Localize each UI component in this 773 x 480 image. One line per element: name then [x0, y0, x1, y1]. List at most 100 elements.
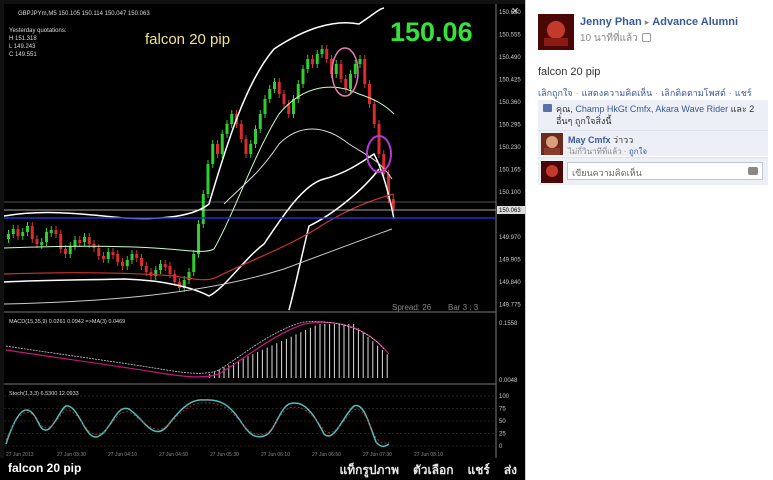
share-button[interactable]: แชร์	[467, 461, 489, 480]
tag-photo-button[interactable]: แท็กรูปภาพ	[339, 461, 399, 480]
candle-body	[349, 74, 352, 89]
trading-chart-image: GBPJPYm,M5 150.105 150.114 150.047 150.0…	[4, 4, 525, 458]
candle-body	[83, 237, 86, 242]
candle-body	[30, 226, 34, 239]
send-button[interactable]: ส่ง	[504, 461, 517, 480]
thumbs-up-icon	[543, 104, 552, 112]
candle-body	[211, 144, 215, 164]
candle-body	[377, 124, 381, 154]
candle-body	[230, 114, 234, 124]
candle-body	[54, 230, 58, 234]
candle-body	[21, 232, 25, 236]
candle-body	[102, 256, 105, 259]
candle-body	[26, 226, 29, 232]
options-button[interactable]: ตัวเลือก	[413, 461, 453, 480]
likes-prefix: คุณ,	[556, 104, 573, 114]
candle-body	[45, 232, 48, 242]
candle-body	[301, 69, 305, 84]
close-icon[interactable]: ×	[508, 4, 522, 18]
post-author-line: Jenny Phan ▸ Advance Alumni	[580, 16, 738, 28]
candle-body	[320, 49, 324, 54]
candle-body	[339, 64, 343, 79]
candle-body	[225, 124, 229, 134]
price-tick: 150.555	[499, 33, 521, 39]
candle-body	[268, 89, 272, 99]
candle-body	[64, 249, 67, 254]
price-tick: 150.425	[499, 78, 521, 84]
candle-body	[353, 64, 357, 74]
comment-link[interactable]: แสดงความคิดเห็น	[582, 88, 653, 98]
post-time[interactable]: 10 นาทีที่แล้ว	[580, 33, 638, 44]
candle-body	[344, 79, 348, 89]
candle-body	[192, 254, 196, 272]
group-name-link[interactable]: Advance Alumni	[652, 16, 738, 28]
likers-links[interactable]: Champ HkGt Cmfx, Akara Wave Rider	[575, 104, 728, 114]
candle-body	[282, 94, 286, 104]
share-link[interactable]: แชร์	[735, 88, 752, 98]
camera-icon[interactable]	[748, 167, 758, 175]
quote-high: H 151.318	[9, 36, 37, 42]
candle-body	[121, 262, 124, 266]
photo-caption: falcon 20 pip	[8, 461, 82, 475]
candle-body	[277, 82, 281, 94]
candle-body	[325, 49, 329, 59]
comment-time: ไม่กี่วินาทีที่แล้ว	[568, 147, 622, 156]
comment-input[interactable]: เขียนความคิดเห็น	[567, 162, 763, 180]
candle-body	[368, 84, 371, 104]
candle-body	[163, 264, 167, 267]
candle-body	[372, 104, 376, 124]
candle-body	[306, 59, 310, 69]
comment-item: May Cmfx ว่าวว ไม่กี่วินาทีที่แล้ว · ถูก…	[538, 130, 768, 156]
stoch-tick: 25	[499, 432, 506, 438]
price-tick: 150.100	[499, 190, 521, 196]
candle-body	[249, 144, 253, 154]
photo-bottom-bar: falcon 20 pip แท็กรูปภาพ ตัวเลือก แชร์ ส…	[0, 458, 525, 480]
price-tick: 150.230	[499, 145, 521, 151]
stoch-tick: 100	[499, 394, 510, 400]
post-text: falcon 20 pip	[538, 66, 601, 78]
quote-low: L 149.243	[9, 44, 36, 50]
candle-body	[7, 234, 10, 239]
candle-body	[239, 124, 243, 139]
candle-body	[140, 258, 143, 266]
candle-body	[16, 229, 20, 236]
commenter-avatar[interactable]	[541, 133, 563, 155]
price-tick: 149.775	[499, 303, 521, 309]
price-tick: 149.905	[499, 258, 521, 264]
candle-body	[144, 266, 148, 272]
post-actions: เลิกถูกใจ · แสดงความคิดเห็น · เลิกติดตามโพสต…	[538, 88, 752, 98]
price-tick: 150.295	[499, 123, 521, 129]
likes-summary: คุณ, Champ HkGt Cmfx, Akara Wave Rider แ…	[538, 100, 768, 130]
price-tick: 150.490	[499, 55, 521, 61]
post-panel: Jenny Phan ▸ Advance Alumni 10 นาทีที่แล้ว…	[525, 0, 773, 480]
candle-body	[97, 248, 101, 256]
my-avatar	[541, 161, 563, 183]
candle-body	[11, 229, 15, 234]
author-avatar[interactable]	[538, 14, 574, 50]
candle-body	[315, 54, 319, 64]
candle-body	[206, 164, 210, 194]
comment-like-link[interactable]: ถูกใจ	[629, 147, 647, 156]
candle-body	[87, 237, 91, 244]
candle-body	[273, 82, 276, 89]
unlike-link[interactable]: เลิกถูกใจ	[538, 88, 573, 98]
commenter-name[interactable]: May Cmfx	[568, 135, 611, 145]
unfollow-link[interactable]: เลิกติดตามโพสต์	[661, 88, 726, 98]
candle-body	[244, 139, 248, 154]
price-tick: 150.063	[499, 208, 521, 214]
candle-body	[135, 254, 139, 258]
candle-body	[258, 114, 262, 129]
price-tick: 149.970	[499, 235, 521, 241]
big-price: 150.06	[390, 17, 473, 47]
candle-body	[197, 224, 200, 254]
stoch-tick: 75	[499, 407, 506, 413]
spread-label: Spread: 26	[392, 303, 432, 312]
candle-body	[358, 59, 362, 64]
candle-body	[311, 59, 314, 64]
candle-body	[125, 260, 129, 266]
author-name-link[interactable]: Jenny Phan	[580, 16, 642, 28]
candle-body	[35, 239, 39, 244]
candle-body	[49, 230, 53, 233]
candle-body	[334, 64, 338, 74]
candle-body	[130, 254, 134, 260]
